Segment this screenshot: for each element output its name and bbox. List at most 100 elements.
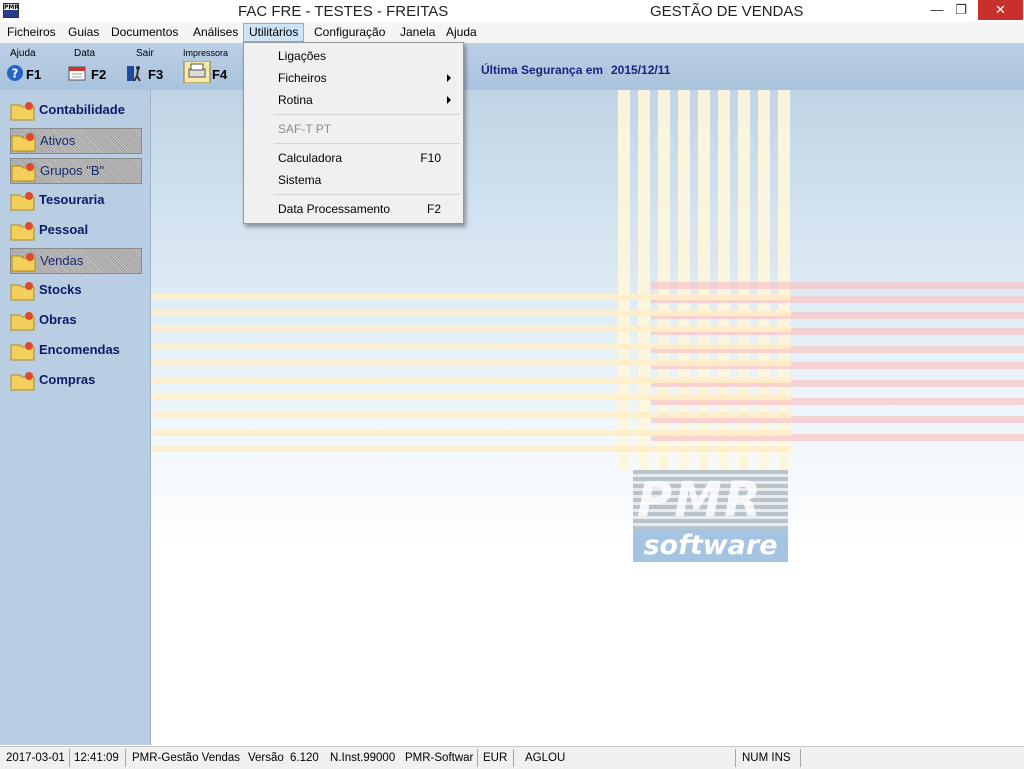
title-bar: PMR FAC FRE - TESTES - FREITAS GESTÃO DE… (0, 0, 1024, 22)
decor-stripe (151, 294, 791, 300)
decor-stripe (151, 377, 791, 383)
menu-item-data-processamento[interactable]: Data Processamento F2 (244, 199, 461, 219)
menu-item-label: SAF-T PT (278, 122, 332, 136)
sidebar-item-label: Obras (39, 312, 77, 327)
menu-utilitarios[interactable]: Utilitários (243, 23, 305, 42)
folder-icon (10, 222, 35, 241)
menu-separator (274, 194, 460, 195)
menu-item-shortcut: F10 (420, 151, 441, 165)
module-sidebar: Contabilidade Ativos Grupos "B" Tesourar… (0, 90, 151, 745)
date-tool[interactable]: Data F2 (64, 48, 110, 86)
sidebar-item-label: Pessoal (39, 222, 89, 237)
module-title: GESTÃO DE VENDAS (650, 3, 804, 20)
utilitarios-dropdown: Ligações Ficheiros Rotina SAF-T PT Calcu… (243, 42, 464, 224)
menu-guias[interactable]: Guias (63, 24, 104, 41)
sidebar-item-label: Compras (39, 372, 96, 387)
status-keys: NUM INS (742, 752, 791, 764)
sidebar-item-label: Vendas (40, 253, 84, 268)
folder-icon (10, 102, 35, 121)
menu-item-label: Rotina (278, 93, 313, 107)
menu-separator (274, 114, 460, 115)
app-icon[interactable]: PMR (3, 3, 19, 18)
sidebar-item-contabilidade[interactable]: Contabilidade (10, 98, 140, 122)
sidebar-item-encomendas[interactable]: Encomendas (10, 338, 140, 362)
menu-item-calculadora[interactable]: Calculadora F10 (244, 148, 461, 168)
sidebar-item-label: Ativos (40, 133, 76, 148)
maximize-button[interactable]: ❐ (950, 0, 972, 20)
menu-configuracao[interactable]: Configuração (309, 24, 390, 41)
status-install: N.Inst.99000 (330, 752, 396, 764)
menu-ajuda[interactable]: Ajuda (441, 24, 482, 41)
exit-tool-key: F3 (148, 67, 164, 82)
menu-item-label: Ficheiros (278, 71, 327, 85)
menu-bar: Ficheiros Guias Documentos Análises Util… (0, 22, 1024, 43)
folder-icon (11, 163, 36, 182)
decor-stripe (151, 360, 791, 366)
sidebar-item-label: Encomendas (39, 342, 120, 357)
sidebar-item-pessoal[interactable]: Pessoal (10, 218, 140, 242)
status-version: 6.120 (290, 752, 319, 764)
status-currency: EUR (483, 752, 508, 764)
printer-tool[interactable]: Impressora F4 (180, 48, 232, 86)
minimize-button[interactable]: — (926, 0, 948, 20)
menu-item-label: Sistema (278, 173, 322, 187)
last-backup-label: Última Segurança em (481, 63, 604, 77)
date-tool-key: F2 (91, 67, 107, 82)
exit-tool[interactable]: Sair F3 (124, 48, 166, 86)
menu-documentos[interactable]: Documentos (106, 24, 183, 41)
exit-tool-label: Sair (136, 48, 154, 59)
menu-item-label: Calculadora (278, 151, 343, 165)
menu-item-sistema[interactable]: Sistema (244, 170, 461, 190)
last-backup-date: 2015/12/11 (611, 63, 671, 77)
status-app: PMR-Gestão Vendas (132, 752, 241, 764)
status-date: 2017-03-01 (6, 752, 65, 764)
sidebar-item-vendas[interactable]: Vendas (10, 248, 142, 274)
menu-janela[interactable]: Janela (395, 24, 440, 41)
svg-text:?: ? (12, 67, 19, 81)
decor-stripe (151, 310, 791, 316)
status-version-label: Versão (248, 752, 284, 764)
printer-tool-label: Impressora (183, 48, 229, 58)
menu-item-saft-pt[interactable]: SAF-T PT (244, 119, 461, 139)
menu-item-shortcut: F2 (426, 202, 441, 216)
printer-icon (183, 61, 211, 83)
menu-item-rotina[interactable]: Rotina (244, 90, 461, 110)
folder-icon (10, 312, 35, 331)
help-tool[interactable]: Ajuda ? F1 (4, 48, 46, 86)
menu-item-label: Ligações (278, 49, 327, 63)
decor-stripe (151, 343, 791, 349)
sidebar-item-label: Contabilidade (39, 102, 125, 117)
submenu-arrow-icon (447, 96, 451, 104)
folder-icon (10, 372, 35, 391)
menu-analises[interactable]: Análises (188, 24, 243, 41)
help-tool-label: Ajuda (10, 48, 36, 59)
sidebar-item-grupos-b[interactable]: Grupos "B" (10, 158, 142, 184)
sidebar-item-tesouraria[interactable]: Tesouraria (10, 188, 140, 212)
menu-ficheiros[interactable]: Ficheiros (2, 24, 61, 41)
exit-door-icon (127, 66, 141, 82)
status-bar: 2017-03-01 12:41:09 PMR-Gestão Vendas Ve… (0, 746, 1024, 769)
sidebar-item-label: Tesouraria (39, 192, 105, 207)
submenu-arrow-icon (447, 74, 451, 82)
decor-stripe (151, 394, 791, 400)
date-tool-label: Data (74, 48, 96, 59)
help-tool-key: F1 (26, 67, 42, 82)
menu-item-ficheiros[interactable]: Ficheiros (244, 68, 461, 88)
logo-top-text: PMR (637, 472, 763, 528)
sidebar-item-stocks[interactable]: Stocks (10, 278, 140, 302)
window-title: FAC FRE - TESTES - FREITAS (238, 3, 449, 20)
folder-icon (10, 192, 35, 211)
menu-item-ligacoes[interactable]: Ligações (244, 46, 461, 66)
menu-item-label: Data Processamento (278, 202, 391, 216)
decor-stripe (151, 446, 791, 452)
decor-stripe (151, 430, 791, 436)
decor-stripe (151, 326, 791, 332)
close-button[interactable]: ✕ (978, 0, 1023, 20)
sidebar-item-compras[interactable]: Compras (10, 368, 140, 392)
printer-tool-key: F4 (212, 67, 228, 82)
status-vendor: PMR-Softwar (405, 752, 474, 764)
menu-separator (274, 143, 460, 144)
folder-icon (11, 133, 36, 152)
sidebar-item-obras[interactable]: Obras (10, 308, 140, 332)
sidebar-item-ativos[interactable]: Ativos (10, 128, 142, 154)
